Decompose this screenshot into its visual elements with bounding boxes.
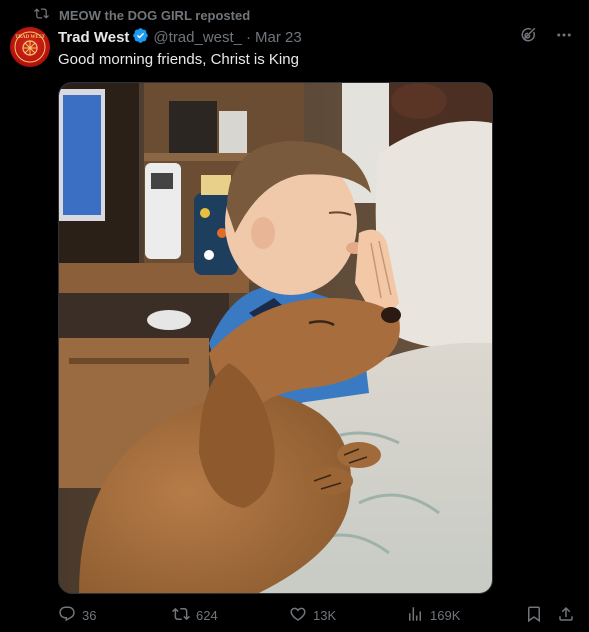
analytics-icon	[406, 605, 424, 626]
author-name[interactable]: Trad West	[58, 29, 129, 46]
heart-icon	[289, 605, 307, 626]
grok-icon[interactable]	[519, 26, 537, 49]
repost-indicator[interactable]: MEOW the DOG GIRL reposted	[34, 6, 250, 24]
tweet-header: Trad West @trad_west_ · Mar 23	[58, 27, 302, 47]
repost-icon	[172, 605, 190, 626]
like-count: 13K	[313, 607, 337, 623]
share-icon	[557, 605, 575, 626]
separator-dot: ·	[246, 28, 252, 46]
bookmark-button[interactable]	[525, 605, 543, 626]
repost-button[interactable]: 624	[172, 605, 289, 626]
tweet-action-bar: 36 624 13K 169K	[58, 604, 575, 626]
svg-text:TRAD WEST: TRAD WEST	[15, 35, 45, 40]
top-actions	[519, 27, 573, 47]
secondary-actions	[525, 605, 575, 626]
trad-west-logo-icon: TRAD WEST	[14, 31, 46, 63]
repost-count: 624	[196, 607, 218, 623]
views-count: 169K	[430, 607, 461, 623]
reply-icon	[58, 605, 76, 626]
verified-badge-icon	[129, 27, 149, 48]
share-button[interactable]	[557, 605, 575, 626]
views-button[interactable]: 169K	[406, 605, 516, 626]
reply-count: 36	[82, 607, 97, 623]
repost-icon	[34, 6, 49, 24]
bookmark-icon	[525, 605, 543, 626]
reply-button[interactable]: 36	[58, 605, 172, 626]
tweet-text: Good morning friends, Christ is King	[58, 51, 299, 68]
author-handle[interactable]: @trad_west_	[153, 29, 242, 46]
avatar[interactable]: TRAD WEST	[10, 27, 50, 67]
more-icon[interactable]	[555, 26, 573, 49]
repost-text: MEOW the DOG GIRL reposted	[59, 7, 251, 23]
tweet-date[interactable]: Mar 23	[255, 29, 302, 46]
photo-boy-praying-with-dog	[59, 83, 492, 593]
like-button[interactable]: 13K	[289, 605, 406, 626]
tweet-photo[interactable]	[58, 82, 493, 594]
